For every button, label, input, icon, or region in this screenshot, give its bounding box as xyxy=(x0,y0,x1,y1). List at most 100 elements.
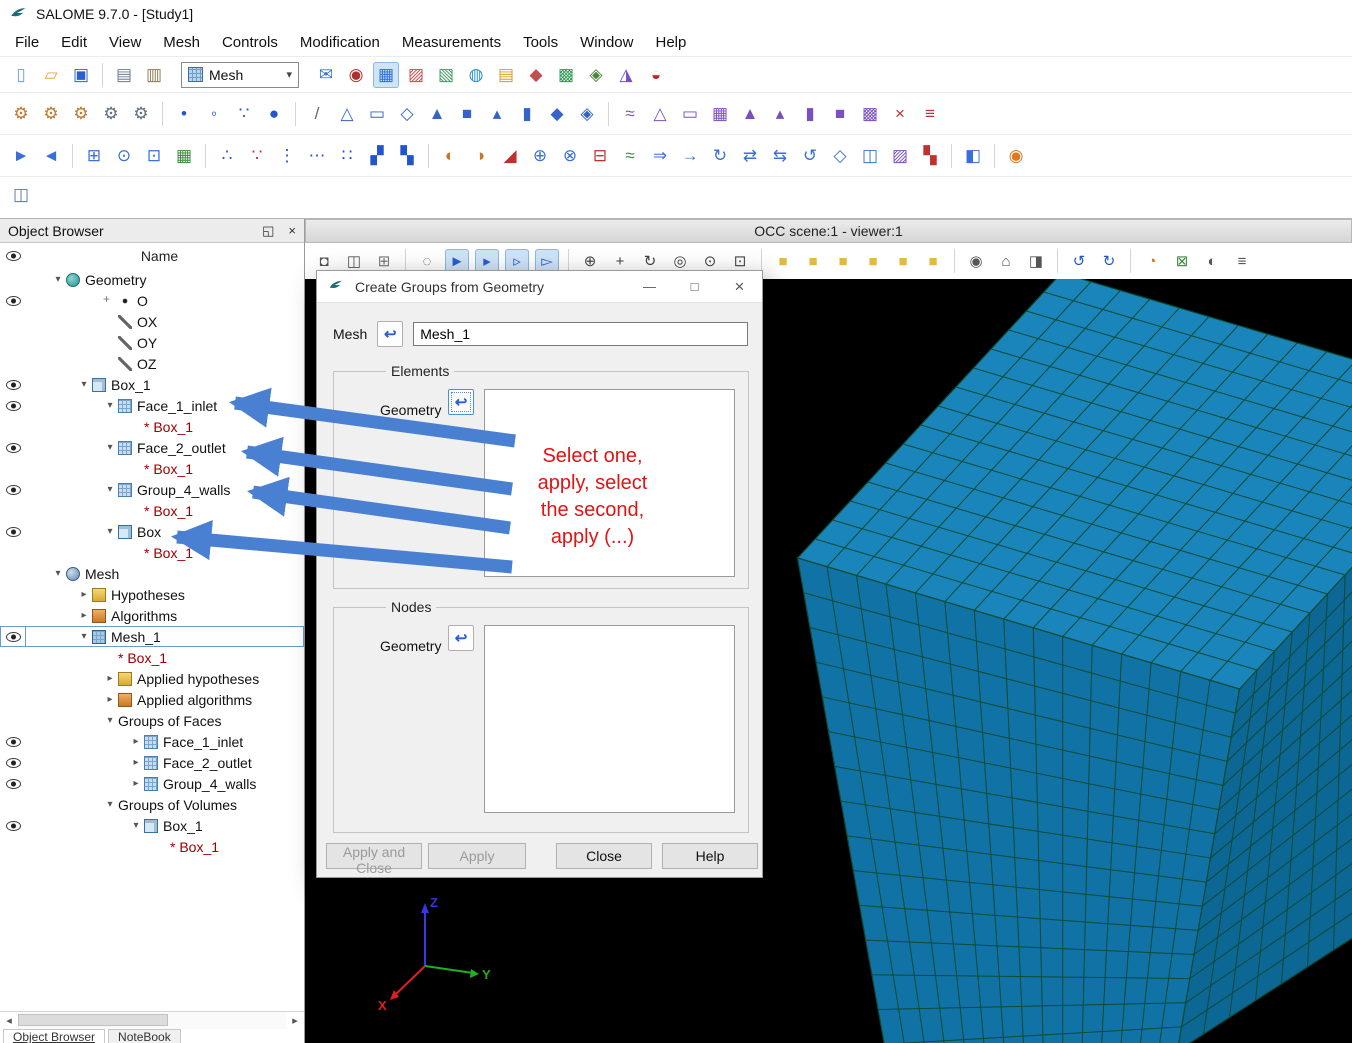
merge-nodes-icon[interactable]: ⋯ xyxy=(304,143,330,169)
elements-geometry-select-button[interactable]: ↩ xyxy=(448,389,474,415)
new-document-icon[interactable]: ▯ xyxy=(8,62,34,88)
menu-controls[interactable]: Controls xyxy=(211,31,289,54)
expander-icon[interactable]: ▾ xyxy=(50,274,66,285)
horizontal-scrollbar[interactable]: ◂ ▸ xyxy=(0,1011,304,1029)
auto-rotation-icon[interactable]: ◔ xyxy=(1140,249,1164,273)
renumber-nodes-icon[interactable]: ≡ xyxy=(917,101,943,127)
visibility-cell[interactable] xyxy=(0,758,26,768)
eye-icon[interactable] xyxy=(6,632,21,642)
undo-view-icon[interactable]: ↺ xyxy=(1067,249,1091,273)
edit-mesh-icon[interactable]: ⚙ xyxy=(68,101,94,127)
tree-item-box-1[interactable]: ▾Box_1 xyxy=(0,815,304,836)
modification-of-order-icon[interactable]: ⊡ xyxy=(141,143,167,169)
tree-item-mesh[interactable]: ▾Mesh xyxy=(0,563,304,584)
visibility-cell[interactable] xyxy=(0,401,26,411)
scroll-right-button[interactable]: ▸ xyxy=(286,1014,304,1027)
add-node-icon[interactable]: • xyxy=(171,101,197,127)
visibility-cell[interactable] xyxy=(0,380,26,390)
diagonal-inversion-icon[interactable]: ▚ xyxy=(394,143,420,169)
nodes-geometry-list[interactable] xyxy=(484,625,735,813)
jobmanager-module-icon[interactable]: ◆ xyxy=(523,62,549,88)
expander-icon[interactable]: ▸ xyxy=(76,610,92,621)
minimize-button[interactable]: — xyxy=(627,271,672,302)
extrusion-along-path-icon[interactable]: → xyxy=(677,143,703,169)
hexablock-module-icon[interactable]: ▩ xyxy=(553,62,579,88)
menu-window[interactable]: Window xyxy=(569,31,644,54)
update-mesh-icon[interactable]: ▦ xyxy=(171,143,197,169)
tree-item-box-1[interactable]: * Box_1 xyxy=(0,500,304,521)
remove-nodes-icon[interactable]: ∵ xyxy=(244,143,270,169)
menu-tools[interactable]: Tools xyxy=(512,31,569,54)
add-quadratic-triangle-icon[interactable]: △ xyxy=(647,101,673,127)
add-triangle-icon[interactable]: △ xyxy=(334,101,360,127)
geometry-module-icon[interactable]: ◍ xyxy=(463,62,489,88)
tree-item-group-4-walls[interactable]: ▸Group_4_walls xyxy=(0,773,304,794)
create-mesh-icon[interactable]: ⚙ xyxy=(8,101,34,127)
evaluate-mesh-icon[interactable]: ⚙ xyxy=(128,101,154,127)
eye-icon[interactable] xyxy=(6,296,21,306)
shaper-module-icon[interactable]: ▧ xyxy=(433,62,459,88)
add-quadratic-edge-icon[interactable]: ≈ xyxy=(617,101,643,127)
expander-icon[interactable]: ▸ xyxy=(102,673,118,684)
eye-icon[interactable] xyxy=(6,821,21,831)
cut-meshes-icon[interactable]: ⊟ xyxy=(587,143,613,169)
tree-item-o[interactable]: O xyxy=(0,290,304,311)
visibility-cell[interactable] xyxy=(0,485,26,495)
add-quadratic-pyramid-icon[interactable]: ▴ xyxy=(767,101,793,127)
reorient-faces-icon[interactable]: ◑ xyxy=(467,143,493,169)
openturns-module-icon[interactable]: ◒ xyxy=(643,62,669,88)
find-element-by-point-icon[interactable]: ⊙ xyxy=(111,143,137,169)
menu-mesh[interactable]: Mesh xyxy=(152,31,211,54)
add-hexagonal-prism-icon[interactable]: ◆ xyxy=(544,101,570,127)
nodes-geometry-select-button[interactable]: ↩ xyxy=(448,625,474,651)
apply-and-close-button[interactable]: Apply and Close xyxy=(326,843,422,869)
float-panel-icon[interactable]: ◱ xyxy=(262,223,274,239)
create-submesh-icon[interactable]: ⚙ xyxy=(38,101,64,127)
mesh-name-input[interactable] xyxy=(413,322,748,346)
tree-item-box-1[interactable]: * Box_1 xyxy=(0,836,304,857)
front-view-icon[interactable]: ■ xyxy=(771,249,795,273)
tree-item-box-1[interactable]: * Box_1 xyxy=(0,416,304,437)
merge-elements-icon[interactable]: ∷ xyxy=(334,143,360,169)
tree-item-box-1[interactable]: * Box_1 xyxy=(0,542,304,563)
graduated-axes-icon[interactable]: ⊠ xyxy=(1170,249,1194,273)
convert-to-quadratic-icon[interactable]: ▨ xyxy=(887,143,913,169)
expander-icon[interactable]: ▾ xyxy=(102,484,118,495)
bottom-view-icon[interactable]: ■ xyxy=(861,249,885,273)
expander-icon[interactable]: ▾ xyxy=(102,799,118,810)
left-view-icon[interactable]: ■ xyxy=(891,249,915,273)
visibility-cell[interactable] xyxy=(0,527,26,537)
scrollbar-track[interactable] xyxy=(18,1012,286,1029)
tree-item-box-1[interactable]: ▾Box_1 xyxy=(0,374,304,395)
paravis-module-icon[interactable]: ▨ xyxy=(403,62,429,88)
expander-icon[interactable]: ▾ xyxy=(76,379,92,390)
maximize-button[interactable]: □ xyxy=(672,271,717,302)
add-ball-element-icon[interactable]: ● xyxy=(261,101,287,127)
add-biquadratic-quadrangle-icon[interactable]: ▦ xyxy=(707,101,733,127)
dialog-close-button[interactable]: × xyxy=(717,271,762,302)
apply-button[interactable]: Apply xyxy=(428,843,526,869)
mesh-module-icon[interactable]: ▦ xyxy=(373,62,399,88)
close-button[interactable]: Close xyxy=(556,843,652,869)
symmetry-icon[interactable]: ⇄ xyxy=(737,143,763,169)
add-0d-element-icon[interactable]: ◦ xyxy=(201,101,227,127)
module-selector[interactable]: Mesh ▾ xyxy=(181,62,299,88)
back-view-icon[interactable]: ■ xyxy=(801,249,825,273)
smoothing-icon[interactable]: ≈ xyxy=(617,143,643,169)
add-pyramid-icon[interactable]: ▴ xyxy=(484,101,510,127)
menu-help[interactable]: Help xyxy=(644,31,697,54)
top-view-icon[interactable]: ■ xyxy=(831,249,855,273)
visibility-cell[interactable] xyxy=(0,779,26,789)
tree-item-face-2-outlet[interactable]: ▾Face_2_outlet xyxy=(0,437,304,458)
tree-item-oz[interactable]: OZ xyxy=(0,353,304,374)
sew-meshes-icon[interactable]: ◧ xyxy=(960,143,986,169)
add-polyhedron-icon[interactable]: ◈ xyxy=(574,101,600,127)
pattern-mapping-icon[interactable]: ▞ xyxy=(364,143,390,169)
add-edge-icon[interactable]: / xyxy=(304,101,330,127)
tree-item-face-1-inlet[interactable]: ▸Face_1_inlet xyxy=(0,731,304,752)
remove-elements-icon[interactable]: × xyxy=(887,101,913,127)
tree-item-face-2-outlet[interactable]: ▸Face_2_outlet xyxy=(0,752,304,773)
mesh-dump-icon[interactable]: ✉ xyxy=(313,62,339,88)
add-quadratic-hexahedron-icon[interactable]: ■ xyxy=(827,101,853,127)
expander-icon[interactable]: ▾ xyxy=(128,820,144,831)
